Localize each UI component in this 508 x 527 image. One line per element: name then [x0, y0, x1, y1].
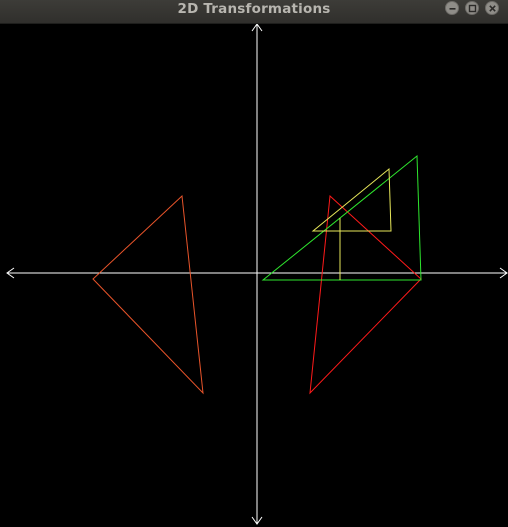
drawing-canvas[interactable] [0, 24, 508, 527]
title-bar[interactable]: 2D Transformations [0, 0, 508, 24]
window-title: 2D Transformations [177, 1, 331, 17]
canvas-background [0, 24, 508, 527]
close-button[interactable] [485, 1, 499, 15]
application-window: 2D Transformations [0, 0, 508, 527]
minimize-icon [449, 8, 456, 10]
minimize-button[interactable] [445, 1, 459, 15]
maximize-icon [468, 4, 477, 13]
close-icon [489, 5, 496, 12]
maximize-button[interactable] [465, 1, 479, 15]
